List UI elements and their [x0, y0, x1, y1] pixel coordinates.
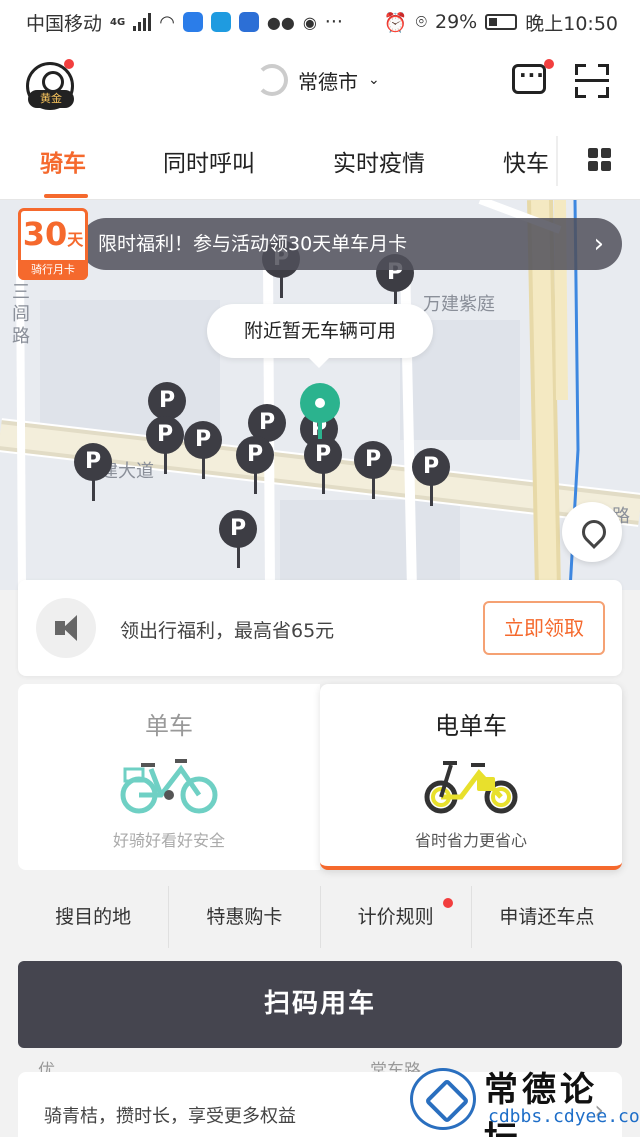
app-notification-icon [210, 12, 231, 32]
city-selector[interactable]: 常德市 ⌄ [256, 64, 380, 96]
quick-link-pricing-rules[interactable]: 计价规则 [321, 886, 472, 948]
monthly-card-label: 骑行月卡 [18, 260, 88, 280]
parking-pin[interactable]: P [219, 510, 257, 570]
more-notifications-icon: ··· [324, 11, 343, 33]
monthly-card-badge[interactable]: 30天 骑行月卡 [18, 208, 88, 280]
member-benefits-text: 骑青桔，攒时长，享受更多权益 [44, 1106, 296, 1127]
bike-option-ebike[interactable]: 电单车 省时省力更省心 [320, 684, 622, 870]
parking-pin[interactable]: P [354, 441, 392, 501]
parking-pin[interactable]: P [184, 421, 222, 481]
bike-option-title: 单车 [145, 712, 193, 740]
parking-pin[interactable]: P [412, 448, 450, 508]
wifi-icon: ◠ [159, 11, 175, 33]
tab-bike[interactable]: 骑车 [40, 144, 86, 178]
promo-banner-text: 限时福利！参与活动领30天单车月卡 [98, 233, 408, 255]
avatar-notification-dot [64, 59, 74, 69]
parking-pin[interactable]: P [304, 436, 342, 496]
parking-pin[interactable]: P [146, 416, 184, 476]
app-notification-icon: ◉ [302, 12, 317, 32]
signal-icon [133, 13, 152, 31]
forum-watermark: 常德论坛 cdbbs.cdyee.com [410, 1062, 640, 1137]
scan-qr-icon[interactable] [575, 64, 609, 98]
network-label: 4G [110, 16, 126, 28]
watermark-url: cdbbs.cdyee.com [488, 1106, 640, 1127]
tab-express[interactable]: 快车 [503, 144, 549, 178]
parking-pin[interactable]: P [74, 443, 112, 503]
status-bar: 中国移动 4G ◠ ●● ◉ ··· ⏰ ⌾ 29% 晚上10:50 [0, 0, 640, 44]
chevron-right-icon: › [593, 229, 604, 259]
message-icon[interactable] [512, 63, 546, 94]
didi-logo-icon [256, 64, 288, 96]
tab-simultaneous-call[interactable]: 同时呼叫 [163, 144, 255, 178]
gold-member-badge: 黄金 [28, 90, 74, 108]
tab-divider [556, 136, 558, 186]
megaphone-icon [36, 598, 96, 658]
chevron-down-icon: ⌄ [368, 72, 380, 88]
wechat-icon: ●● [266, 12, 295, 32]
welfare-card: 领出行福利，最高省65元 立即领取 [18, 580, 622, 676]
map-view[interactable]: 万建紫庭 三 闾 路 建大道 路 P P P P P P P P P P P P… [0, 200, 640, 590]
scan-to-ride-button[interactable]: 扫码用车 [18, 961, 622, 1048]
quick-links: 搜目的地 特惠购卡 计价规则 申请还车点 [18, 886, 622, 948]
app-header: 黄金 常德市 ⌄ [0, 44, 640, 122]
service-tabs: 骑车 同时呼叫 实时疫情 快车 [0, 122, 640, 200]
app-notification-icon [182, 12, 203, 32]
relocate-button[interactable] [562, 502, 622, 562]
battery-icon [485, 14, 518, 30]
map-label-road: 路 [12, 326, 30, 347]
claim-button[interactable]: 立即领取 [483, 601, 605, 655]
welfare-text: 领出行福利，最高省65元 [120, 620, 335, 642]
promo-banner[interactable]: 限时福利！参与活动领30天单车月卡 › [80, 218, 622, 270]
bike-option-subtitle: 省时省力更省心 [414, 831, 527, 850]
pricing-notification-dot [442, 898, 453, 908]
monthly-card-days: 30 [22, 215, 68, 253]
quick-link-search-destination[interactable]: 搜目的地 [18, 886, 170, 948]
bike-option-subtitle: 好骑好看好安全 [112, 831, 225, 850]
city-name: 常德市 [298, 69, 358, 94]
monthly-card-unit: 天 [67, 230, 84, 249]
tab-epidemic[interactable]: 实时疫情 [333, 144, 425, 178]
active-tab-indicator [44, 194, 88, 198]
clock: 晚上10:50 [525, 12, 618, 35]
quick-link-apply-return-point[interactable]: 申请还车点 [472, 886, 622, 948]
app-notification-icon [238, 12, 259, 32]
electric-bike-icon [320, 751, 622, 819]
bike-option-single[interactable]: 单车 好骑好看好安全 [18, 684, 320, 870]
carrier-label: 中国移动 [26, 12, 103, 35]
current-location-pin [300, 383, 340, 439]
bike-option-title: 电单车 [435, 712, 507, 740]
parking-pin[interactable]: P [236, 436, 274, 496]
alarm-icon: ⏰ [383, 11, 408, 34]
more-services-grid-icon[interactable] [588, 148, 612, 172]
battery-percent: 29% [435, 11, 478, 33]
location-status-icon: ⌾ [415, 11, 427, 33]
bicycle-icon [18, 751, 320, 819]
map-label-poi: 万建紫庭 [423, 294, 495, 315]
message-notification-dot [544, 59, 554, 69]
quick-link-buy-card[interactable]: 特惠购卡 [169, 886, 321, 948]
no-vehicle-tooltip: 附近暂无车辆可用 [207, 304, 433, 368]
forum-logo-icon [410, 1068, 476, 1130]
quick-link-label: 计价规则 [357, 906, 434, 928]
